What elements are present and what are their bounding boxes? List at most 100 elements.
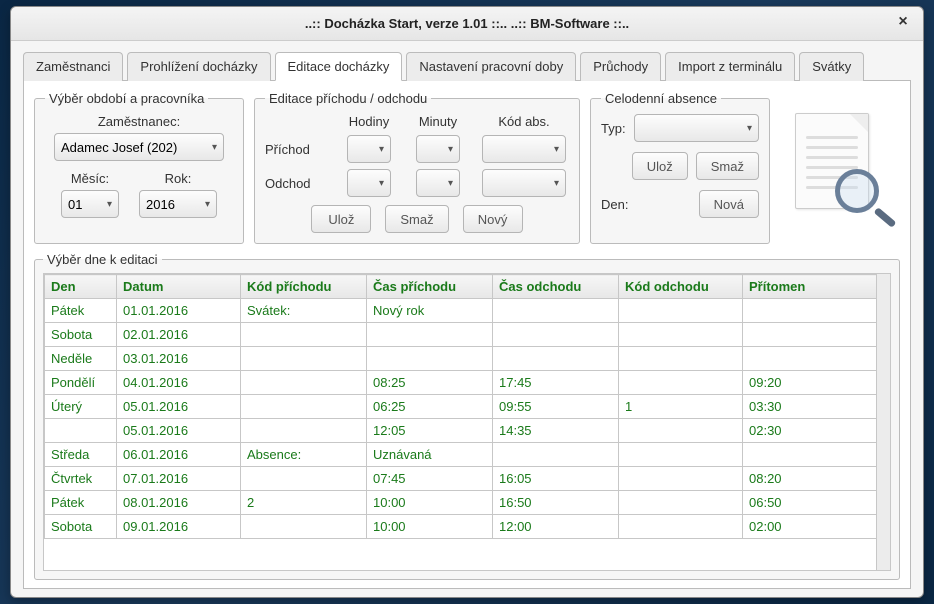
arrival-hours-select[interactable]: ▾ xyxy=(347,135,391,163)
cell-kodo[interactable] xyxy=(619,323,743,347)
cell-kodp[interactable]: Absence: xyxy=(241,443,367,467)
absence-save-button[interactable]: Ulož xyxy=(632,152,688,180)
cell-casp[interactable]: 10:00 xyxy=(367,515,493,539)
cell-caso[interactable]: 12:00 xyxy=(493,515,619,539)
cell-den[interactable] xyxy=(45,419,117,443)
edit-new-button[interactable]: Nový xyxy=(463,205,523,233)
cell-kodo[interactable] xyxy=(619,371,743,395)
cell-casp[interactable]: 06:25 xyxy=(367,395,493,419)
tab-svatky[interactable]: Svátky xyxy=(799,52,864,81)
cell-caso[interactable]: 16:50 xyxy=(493,491,619,515)
cell-kodo[interactable]: 1 xyxy=(619,395,743,419)
cell-caso[interactable]: 17:45 xyxy=(493,371,619,395)
cell-kodp[interactable] xyxy=(241,467,367,491)
cell-kodp[interactable] xyxy=(241,419,367,443)
cell-prit[interactable]: 02:00 xyxy=(743,515,890,539)
cell-kodo[interactable] xyxy=(619,467,743,491)
cell-caso[interactable] xyxy=(493,299,619,323)
th-pritomen[interactable]: Přítomen xyxy=(743,275,890,299)
tab-editace[interactable]: Editace docházky xyxy=(275,52,403,81)
cell-kodo[interactable] xyxy=(619,299,743,323)
attendance-table[interactable]: Den Datum Kód příchodu Čas příchodu Čas … xyxy=(44,274,890,539)
cell-casp[interactable]: 07:45 xyxy=(367,467,493,491)
cell-den[interactable]: Čtvrtek xyxy=(45,467,117,491)
cell-kodp[interactable] xyxy=(241,395,367,419)
cell-den[interactable]: Úterý xyxy=(45,395,117,419)
cell-casp[interactable]: 08:25 xyxy=(367,371,493,395)
cell-den[interactable]: Pátek xyxy=(45,299,117,323)
absence-new-button[interactable]: Nová xyxy=(699,190,759,218)
tab-nastaveni[interactable]: Nastavení pracovní doby xyxy=(406,52,576,81)
departure-code-select[interactable]: ▾ xyxy=(482,169,566,197)
table-row[interactable]: Sobota09.01.2016 10:0012:00 02:00 xyxy=(45,515,890,539)
titlebar[interactable]: ..:: Docházka Start, verze 1.01 ::.. ..:… xyxy=(11,7,923,41)
cell-caso[interactable]: 09:55 xyxy=(493,395,619,419)
cell-den[interactable]: Sobota xyxy=(45,515,117,539)
cell-kodo[interactable] xyxy=(619,443,743,467)
cell-kodp[interactable]: Svátek: xyxy=(241,299,367,323)
tab-import[interactable]: Import z terminálu xyxy=(665,52,795,81)
cell-prit[interactable]: 03:30 xyxy=(743,395,890,419)
cell-datum[interactable]: 06.01.2016 xyxy=(117,443,241,467)
cell-kodp[interactable] xyxy=(241,371,367,395)
cell-den[interactable]: Středa xyxy=(45,443,117,467)
th-cas-prichodu[interactable]: Čas příchodu xyxy=(367,275,493,299)
cell-kodp[interactable] xyxy=(241,515,367,539)
cell-casp[interactable]: Uznávaná xyxy=(367,443,493,467)
cell-kodp[interactable]: 2 xyxy=(241,491,367,515)
cell-casp[interactable]: 10:00 xyxy=(367,491,493,515)
cell-kodo[interactable] xyxy=(619,347,743,371)
vertical-scrollbar[interactable] xyxy=(876,274,890,570)
cell-prit[interactable] xyxy=(743,323,890,347)
table-row[interactable]: Pondělí04.01.2016 08:2517:45 09:20 xyxy=(45,371,890,395)
cell-datum[interactable]: 04.01.2016 xyxy=(117,371,241,395)
cell-prit[interactable] xyxy=(743,347,890,371)
cell-casp[interactable]: 12:05 xyxy=(367,419,493,443)
cell-kodo[interactable] xyxy=(619,491,743,515)
table-row[interactable]: Čtvrtek07.01.2016 07:4516:05 08:20 xyxy=(45,467,890,491)
cell-den[interactable]: Sobota xyxy=(45,323,117,347)
tab-zamestnanci[interactable]: Zaměstnanci xyxy=(23,52,123,81)
absence-delete-button[interactable]: Smaž xyxy=(696,152,759,180)
cell-kodp[interactable] xyxy=(241,347,367,371)
departure-minutes-select[interactable]: ▾ xyxy=(416,169,460,197)
cell-caso[interactable] xyxy=(493,347,619,371)
th-den[interactable]: Den xyxy=(45,275,117,299)
tab-prohlizeni[interactable]: Prohlížení docházky xyxy=(127,52,270,81)
table-row[interactable]: Středa06.01.2016Absence:Uznávaná xyxy=(45,443,890,467)
table-row[interactable]: Pátek08.01.2016210:0016:5006:50 xyxy=(45,491,890,515)
cell-datum[interactable]: 05.01.2016 xyxy=(117,419,241,443)
cell-caso[interactable] xyxy=(493,443,619,467)
employee-select[interactable]: Adamec Josef (202) ▾ xyxy=(54,133,224,161)
th-datum[interactable]: Datum xyxy=(117,275,241,299)
cell-prit[interactable]: 09:20 xyxy=(743,371,890,395)
cell-prit[interactable]: 06:50 xyxy=(743,491,890,515)
cell-kodo[interactable] xyxy=(619,419,743,443)
table-row[interactable]: 05.01.201612:0514:3502:30 xyxy=(45,419,890,443)
cell-datum[interactable]: 07.01.2016 xyxy=(117,467,241,491)
cell-caso[interactable] xyxy=(493,323,619,347)
cell-den[interactable]: Pondělí xyxy=(45,371,117,395)
arrival-minutes-select[interactable]: ▾ xyxy=(416,135,460,163)
cell-datum[interactable]: 08.01.2016 xyxy=(117,491,241,515)
table-row[interactable]: Neděle03.01.2016 xyxy=(45,347,890,371)
arrival-code-select[interactable]: ▾ xyxy=(482,135,566,163)
table-row[interactable]: Úterý05.01.201606:2509:55103:30 xyxy=(45,395,890,419)
cell-prit[interactable] xyxy=(743,443,890,467)
cell-den[interactable]: Neděle xyxy=(45,347,117,371)
table-row[interactable]: Sobota02.01.2016 xyxy=(45,323,890,347)
cell-datum[interactable]: 02.01.2016 xyxy=(117,323,241,347)
cell-caso[interactable]: 14:35 xyxy=(493,419,619,443)
month-select[interactable]: 01 ▾ xyxy=(61,190,119,218)
close-icon[interactable]: × xyxy=(893,13,913,33)
absence-type-select[interactable]: ▾ xyxy=(634,114,759,142)
cell-datum[interactable]: 01.01.2016 xyxy=(117,299,241,323)
th-kod-prichodu[interactable]: Kód příchodu xyxy=(241,275,367,299)
cell-datum[interactable]: 09.01.2016 xyxy=(117,515,241,539)
cell-casp[interactable] xyxy=(367,347,493,371)
table-row[interactable]: Pátek01.01.2016Svátek:Nový rok xyxy=(45,299,890,323)
cell-prit[interactable]: 08:20 xyxy=(743,467,890,491)
cell-casp[interactable]: Nový rok xyxy=(367,299,493,323)
cell-caso[interactable]: 16:05 xyxy=(493,467,619,491)
tab-pruchody[interactable]: Průchody xyxy=(580,52,661,81)
